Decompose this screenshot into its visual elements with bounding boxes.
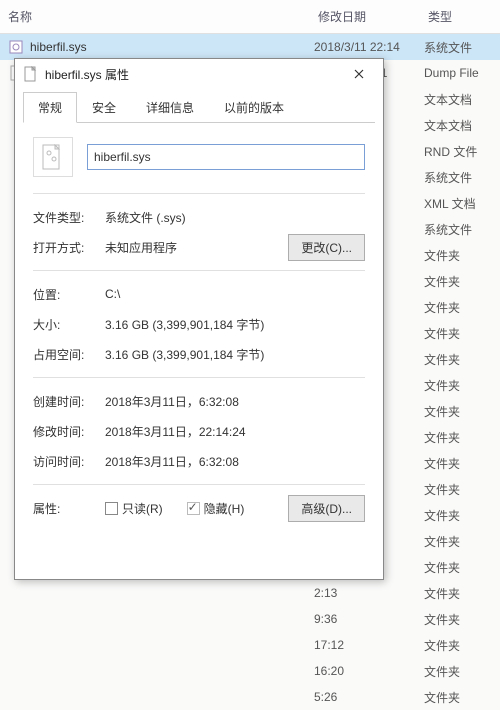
file-type: 文件夹 (424, 377, 500, 394)
label-opens: 打开方式: (33, 239, 105, 256)
value-location: C:\ (105, 287, 365, 301)
file-icon (8, 39, 24, 55)
filename-input[interactable] (87, 144, 365, 170)
checkbox-readonly-label: 只读(R) (122, 500, 163, 517)
general-pane: 文件类型:系统文件 (.sys) 打开方式: 未知应用程序 更改(C)... 位… (15, 123, 383, 533)
value-filetype: 系统文件 (.sys) (105, 209, 365, 226)
file-type: 文件夹 (424, 325, 500, 342)
titlebar[interactable]: hiberfil.sys 属性 (15, 59, 383, 89)
tab-security[interactable]: 安全 (77, 92, 131, 123)
file-type: 文件夹 (424, 351, 500, 368)
properties-dialog: hiberfil.sys 属性 常规 安全 详细信息 以前的版本 文件类型:系统… (14, 58, 384, 580)
checkbox-hidden: 隐藏(H) (187, 500, 245, 517)
table-row[interactable]: 16:20文件夹 (0, 658, 500, 684)
file-name: hiberfil.sys (30, 40, 314, 54)
label-accessed: 访问时间: (33, 453, 105, 470)
file-icon (8, 585, 24, 601)
label-attributes: 属性: (33, 500, 105, 517)
column-headers: 名称 修改日期 类型 (0, 0, 500, 34)
table-row[interactable]: 2:13文件夹 (0, 580, 500, 606)
value-opens: 未知应用程序 (105, 239, 288, 256)
file-type: 文件夹 (424, 247, 500, 264)
file-type: RND 文件 (424, 143, 500, 160)
file-type: 文件夹 (424, 299, 500, 316)
file-date: 2:13 (314, 586, 424, 600)
file-type: 文本文档 (424, 117, 500, 134)
col-date[interactable]: 修改日期 (310, 4, 420, 29)
file-type: 文件夹 (424, 559, 500, 576)
advanced-button[interactable]: 高级(D)... (288, 495, 365, 522)
file-type: XML 文档 (424, 195, 500, 212)
col-name[interactable]: 名称 (0, 4, 310, 29)
label-sizeondisk: 占用空间: (33, 346, 105, 363)
tab-strip: 常规 安全 详细信息 以前的版本 (23, 91, 375, 123)
file-date: 16:20 (314, 664, 424, 678)
file-type: 文件夹 (424, 273, 500, 290)
label-size: 大小: (33, 316, 105, 333)
file-date: 17:12 (314, 638, 424, 652)
file-date: 5:26 (314, 690, 424, 704)
table-row[interactable]: 17:12文件夹 (0, 632, 500, 658)
value-size: 3.16 GB (3,399,901,184 字节) (105, 316, 365, 333)
value-modified: 2018年3月11日，22:14:24 (105, 423, 365, 440)
file-date: 2018/3/11 22:14 (314, 40, 424, 54)
file-date: 9:36 (314, 612, 424, 626)
dialog-title: hiberfil.sys 属性 (45, 66, 339, 83)
change-button[interactable]: 更改(C)... (288, 234, 365, 261)
checkbox-readonly[interactable]: 只读(R) (105, 500, 163, 517)
label-modified: 修改时间: (33, 423, 105, 440)
file-icon (8, 637, 24, 653)
file-type: 文件夹 (424, 611, 500, 628)
col-type[interactable]: 类型 (420, 4, 500, 29)
value-sizeondisk: 3.16 GB (3,399,901,184 字节) (105, 346, 365, 363)
file-icon (23, 66, 39, 82)
tab-details[interactable]: 详细信息 (131, 92, 209, 123)
label-location: 位置: (33, 286, 105, 303)
file-icon (8, 689, 24, 705)
file-type: 文件夹 (424, 533, 500, 550)
table-row[interactable]: 5:26文件夹 (0, 684, 500, 710)
value-created: 2018年3月11日，6:32:08 (105, 393, 365, 410)
filetype-icon (33, 137, 73, 177)
file-type: 文本文档 (424, 91, 500, 108)
checkbox-hidden-label: 隐藏(H) (204, 500, 245, 517)
file-type: 文件夹 (424, 585, 500, 602)
file-type: Dump File (424, 66, 500, 80)
label-filetype: 文件类型: (33, 209, 105, 226)
file-type: 系统文件 (424, 221, 500, 238)
tab-general[interactable]: 常规 (23, 92, 77, 123)
file-type: 文件夹 (424, 507, 500, 524)
table-row[interactable]: 9:36文件夹 (0, 606, 500, 632)
file-type: 文件夹 (424, 663, 500, 680)
tab-previous[interactable]: 以前的版本 (209, 92, 299, 123)
file-type: 文件夹 (424, 481, 500, 498)
close-button[interactable] (339, 60, 379, 88)
file-type: 文件夹 (424, 403, 500, 420)
file-icon (8, 663, 24, 679)
file-type: 系统文件 (424, 39, 500, 56)
file-type: 文件夹 (424, 455, 500, 472)
file-type: 文件夹 (424, 637, 500, 654)
label-created: 创建时间: (33, 393, 105, 410)
file-type: 系统文件 (424, 169, 500, 186)
table-row[interactable]: hiberfil.sys2018/3/11 22:14系统文件 (0, 34, 500, 60)
value-accessed: 2018年3月11日，6:32:08 (105, 453, 365, 470)
file-icon (8, 611, 24, 627)
file-type: 文件夹 (424, 429, 500, 446)
file-type: 文件夹 (424, 689, 500, 706)
